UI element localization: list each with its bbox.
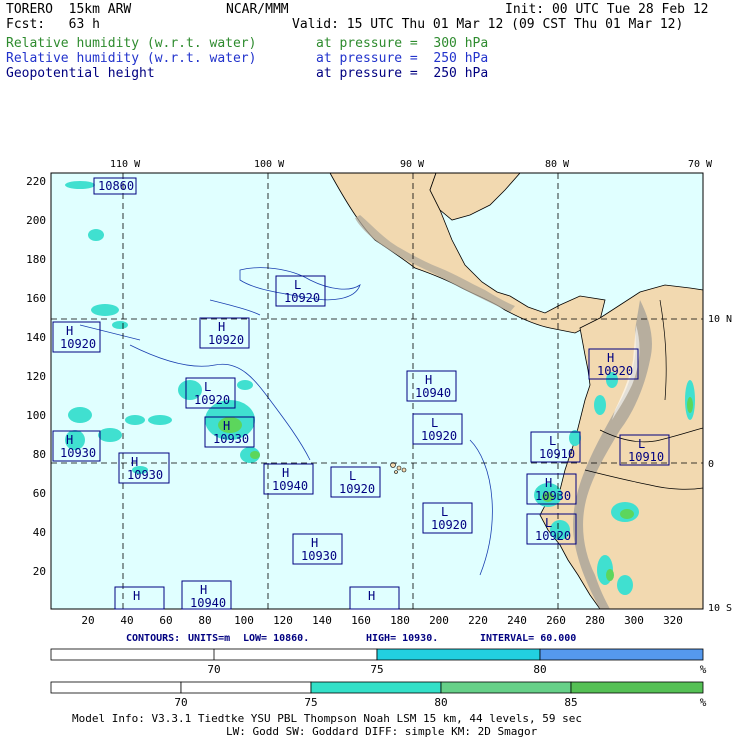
cb250-unit: % xyxy=(700,663,707,676)
y-tick: 20 xyxy=(33,565,46,578)
hl-type: H xyxy=(425,373,432,387)
hl-type: H xyxy=(66,433,73,447)
y-tick: 40 xyxy=(33,526,46,539)
contours-high: HIGH= 10930. xyxy=(366,633,438,644)
cb250-tick: 70 xyxy=(207,663,220,676)
x-tick: 300 xyxy=(624,614,644,627)
hl-value: 10930 xyxy=(301,549,337,563)
lon-label-110w: 110 W xyxy=(110,159,141,170)
lat-label-10n: 10 N xyxy=(708,314,732,325)
hl-value: 10910 xyxy=(628,450,664,464)
hl-type: H xyxy=(607,351,614,365)
hl-value: 10930 xyxy=(60,446,96,460)
y-tick: 200 xyxy=(26,214,46,227)
hl-value: 10860 xyxy=(98,179,134,193)
hl-value: 10920 xyxy=(535,529,571,543)
hl-type: H xyxy=(282,466,289,480)
hl-type: H xyxy=(545,476,552,490)
cb250-tick: 80 xyxy=(533,663,546,676)
hl-type: H xyxy=(218,320,225,334)
y-tick: 180 xyxy=(26,253,46,266)
hl-value: 10920 xyxy=(339,482,375,496)
bottom-axis-ticks: 20 40 60 80 100 120 140 160 180 200 220 … xyxy=(81,614,683,627)
hl-value: 10930 xyxy=(127,468,163,482)
hl-type: H xyxy=(200,583,207,597)
x-tick: 160 xyxy=(351,614,371,627)
cb300-tick: 70 xyxy=(174,696,187,709)
lon-label-90w: 90 W xyxy=(400,159,425,170)
hl-type: H xyxy=(66,324,73,338)
y-tick: 100 xyxy=(26,409,46,422)
x-tick: 140 xyxy=(312,614,332,627)
hl-type: H xyxy=(131,455,138,469)
hl-value: 10920 xyxy=(597,364,633,378)
map-canvas: 110 W 100 W 90 W 80 W 70 W 10860 L 10920… xyxy=(26,159,732,738)
hl-type: H xyxy=(368,589,375,603)
y-tick: 160 xyxy=(26,292,46,305)
colorbar-rh250: 70 75 80 % xyxy=(50,648,707,676)
left-axis-ticks: 220 200 180 160 140 120 100 80 60 40 20 xyxy=(26,175,46,578)
hl-type: L xyxy=(545,516,552,530)
contours-units: UNITS=m xyxy=(188,633,230,644)
hl-type: H xyxy=(311,536,318,550)
x-tick: 100 xyxy=(234,614,254,627)
hl-value: 10940 xyxy=(272,479,308,493)
x-tick: 200 xyxy=(429,614,449,627)
x-tick: 240 xyxy=(507,614,527,627)
x-tick: 220 xyxy=(468,614,488,627)
hl-type: L xyxy=(294,278,301,292)
hl-value: 10920 xyxy=(208,333,244,347)
cb300-unit: % xyxy=(700,696,707,709)
x-tick: 80 xyxy=(198,614,211,627)
cb300-tick: 75 xyxy=(304,696,317,709)
hl-value: 10920 xyxy=(421,429,457,443)
y-tick: 60 xyxy=(33,487,46,500)
x-tick: 120 xyxy=(273,614,293,627)
x-tick: 320 xyxy=(663,614,683,627)
hl-value: 10920 xyxy=(284,291,320,305)
hl-value: 10930 xyxy=(535,489,571,503)
lon-label-70w: 70 W xyxy=(688,159,713,170)
hl-value: 10920 xyxy=(194,393,230,407)
cb300-tick: 80 xyxy=(434,696,447,709)
hl-type: L xyxy=(441,505,448,519)
y-tick: 140 xyxy=(26,331,46,344)
x-tick: 20 xyxy=(81,614,94,627)
hl-type: L xyxy=(349,469,356,483)
y-tick: 220 xyxy=(26,175,46,188)
hl-type: H xyxy=(133,589,140,603)
model-info-line2: LW: Godd SW: Goddard DIFF: simple KM: 2D… xyxy=(226,725,538,738)
hl-value: 10920 xyxy=(60,337,96,351)
x-tick: 40 xyxy=(120,614,133,627)
y-tick: 80 xyxy=(33,448,46,461)
lat-label-10s: 10 S xyxy=(708,603,732,614)
hl-type: H xyxy=(223,419,230,433)
cb300-tick: 85 xyxy=(564,696,577,709)
contours-interval: INTERVAL= 60.000 xyxy=(480,633,576,644)
hl-type: L xyxy=(204,380,211,394)
contours-info: CONTOURS: UNITS=m LOW= 10860. HIGH= 1093… xyxy=(126,633,576,644)
lon-label-100w: 100 W xyxy=(254,159,285,170)
hl-value: 10940 xyxy=(415,386,451,400)
lat-label-0: 0 xyxy=(708,459,714,470)
x-tick: 60 xyxy=(159,614,172,627)
hl-type: L xyxy=(638,437,645,451)
hl-value: 10930 xyxy=(213,432,249,446)
hl-value: 10920 xyxy=(431,518,467,532)
hl-type: L xyxy=(431,416,438,430)
x-tick: 180 xyxy=(390,614,410,627)
model-info-line1: Model Info: V3.3.1 Tiedtke YSU PBL Thomp… xyxy=(72,712,582,725)
hl-value: 10940 xyxy=(190,596,226,610)
lon-label-80w: 80 W xyxy=(545,159,570,170)
cb250-tick: 75 xyxy=(370,663,383,676)
x-tick: 280 xyxy=(585,614,605,627)
contours-low: LOW= 10860. xyxy=(243,633,309,644)
contours-label: CONTOURS: xyxy=(126,633,180,644)
y-tick: 120 xyxy=(26,370,46,383)
hl-value: 10910 xyxy=(539,447,575,461)
x-tick: 260 xyxy=(546,614,566,627)
hl-type: L xyxy=(549,434,556,448)
hl-marker: 10860 xyxy=(93,177,137,195)
colorbar-rh300: 70 75 80 85 % xyxy=(50,681,707,709)
